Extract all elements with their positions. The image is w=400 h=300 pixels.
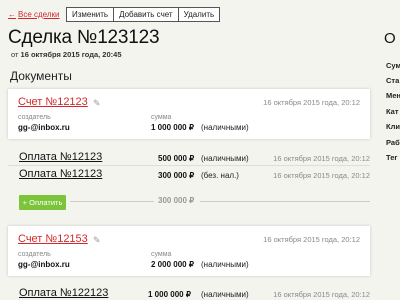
deal-date-prefix: от <box>11 50 19 59</box>
remaining-line-right <box>200 201 370 202</box>
delete-button[interactable]: Удалить <box>177 7 221 22</box>
pay-button[interactable]: + Оплатить <box>19 195 66 210</box>
back-link-all-deals[interactable]: ← Все сделки <box>8 10 60 19</box>
payment-type: (без. нал.) <box>201 171 239 180</box>
payment-amount: 500 000 ₽ <box>158 154 195 163</box>
invoice-date: 16 октября 2015 года, 20:12 <box>263 235 360 244</box>
invoice-title-link[interactable]: Счет №12153 <box>18 233 88 245</box>
payment-type: (наличными) <box>201 154 249 163</box>
creator-value: gg-@inbox.ru <box>18 123 70 132</box>
sidebar-label: Тег <box>386 153 398 162</box>
invoice-card: Счет №12123 ✎ 16 октября 2015 года, 20:1… <box>8 89 370 139</box>
remaining-amount: 300 000 ₽ <box>158 196 195 205</box>
payment-date: 16 октября 2015 года, 20:12 <box>273 154 370 163</box>
payment-date: 16 октября 2015 года, 20:12 <box>273 290 370 299</box>
amount-value: 1 000 000 ₽ <box>151 123 194 132</box>
deal-date: от 16 октября 2015 года, 20:45 <box>11 50 122 59</box>
payment-title-link[interactable]: Оплата №12123 <box>19 168 102 180</box>
amount-label: сумма <box>151 114 172 121</box>
invoice-date: 16 октября 2015 года, 20:12 <box>263 98 360 107</box>
page-title: Сделка №123123 <box>8 27 160 48</box>
sidebar-label: Кат <box>386 107 399 116</box>
creator-label: создатель <box>18 114 51 121</box>
divider <box>8 165 370 166</box>
edit-button[interactable]: Изменить <box>66 7 115 22</box>
sidebar-label: Мен <box>386 91 400 100</box>
sidebar-label: Сум <box>386 61 400 70</box>
sidebar-label: Кли <box>386 122 400 131</box>
invoice-title-link[interactable]: Счет №12123 <box>18 96 88 108</box>
deal-date-value: 16 октября 2015 года, 20:45 <box>20 50 122 59</box>
sidebar-label: Ста <box>386 76 400 85</box>
invoice-card: Счет №12153 ✎ 16 октября 2015 года, 20:1… <box>8 226 370 276</box>
payment-type: (наличными) <box>201 290 249 299</box>
documents-section-title: Документы <box>10 69 72 83</box>
amount-value: 2 000 000 ₽ <box>151 260 194 269</box>
amount-label: сумма <box>151 251 172 258</box>
toolbar: Изменить Добавить счет Удалить <box>66 7 221 22</box>
remaining-line-left <box>70 201 154 202</box>
add-invoice-button[interactable]: Добавить счет <box>113 7 179 22</box>
payment-date: 16 октября 2015 года, 20:12 <box>273 171 370 180</box>
back-link-label: Все сделки <box>18 10 60 19</box>
creator-value: gg-@inbox.ru <box>18 260 70 269</box>
pencil-icon[interactable]: ✎ <box>93 98 101 109</box>
sidebar-label: Раб <box>386 138 400 147</box>
pencil-icon[interactable]: ✎ <box>93 235 101 246</box>
payment-title-link[interactable]: Оплата №12123 <box>19 151 102 163</box>
payment-amount: 300 000 ₽ <box>158 171 195 180</box>
amount-type: (наличными) <box>201 260 249 269</box>
payment-amount: 1 000 000 ₽ <box>148 290 191 299</box>
creator-label: создатель <box>18 251 51 258</box>
sidebar-title: О <box>384 30 396 47</box>
amount-type: (наличными) <box>201 123 249 132</box>
payment-title-link[interactable]: Оплата №122123 <box>19 287 108 299</box>
arrow-left-icon: ← <box>8 10 16 19</box>
